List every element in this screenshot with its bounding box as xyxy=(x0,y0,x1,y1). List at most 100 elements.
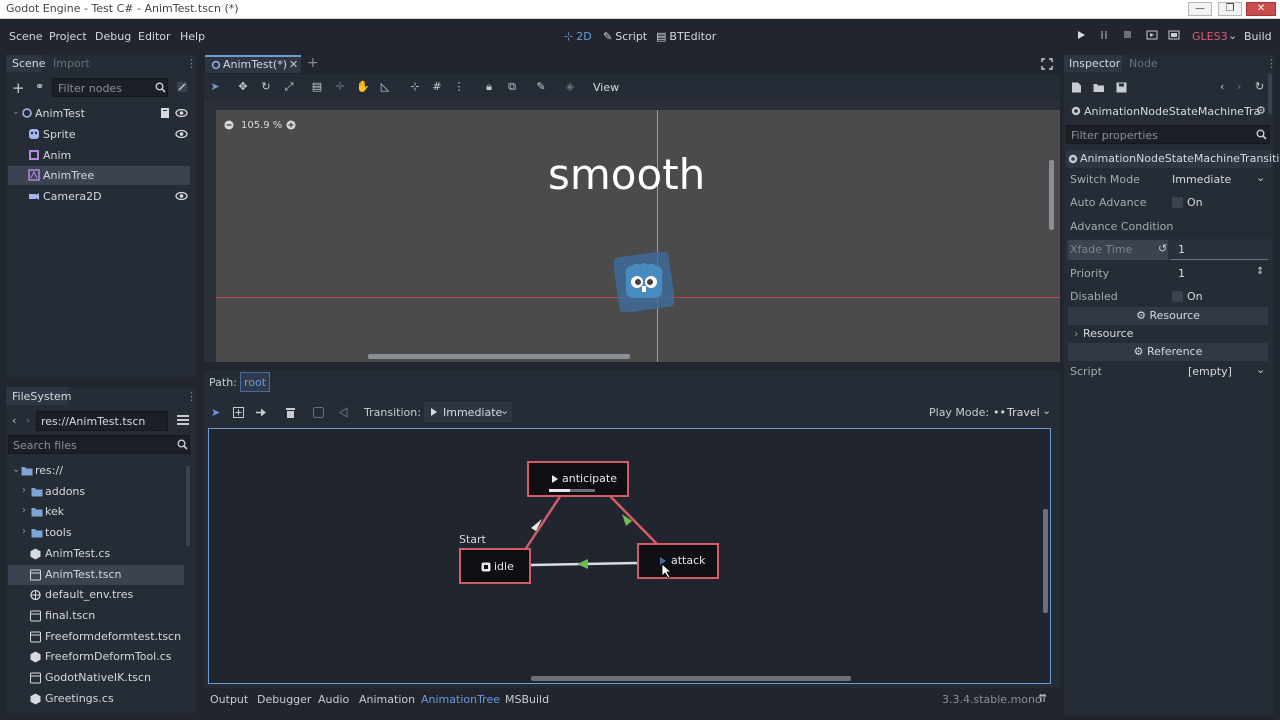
viewport-v-scrollbar[interactable] xyxy=(1049,160,1054,230)
workspace-2d-button[interactable]: ⊹ 2D xyxy=(564,30,592,43)
inspector-scrollbar[interactable] xyxy=(1268,74,1272,114)
filesystem-item[interactable]: AnimTest.tscn xyxy=(8,565,184,585)
filesystem-item[interactable]: final.tscn xyxy=(8,606,184,626)
godot-logo-sprite[interactable] xyxy=(614,252,674,312)
tab-node[interactable]: Node xyxy=(1129,57,1158,70)
history-icon[interactable]: ↻ xyxy=(1255,80,1264,93)
scene-tree-item-camera2d[interactable]: Camera2D xyxy=(8,187,190,206)
script-dropdown[interactable]: [empty] ⌄ xyxy=(1170,362,1268,382)
scene-tree-item-animtest[interactable]: ⌄ AnimTest xyxy=(8,104,190,123)
filesystem-item[interactable]: › addons xyxy=(8,482,184,502)
pin-panel-icon[interactable]: ⇈ xyxy=(1038,692,1047,705)
path-root-button[interactable]: root xyxy=(240,372,270,392)
viewport-h-scrollbar[interactable] xyxy=(368,354,630,359)
close-window-button[interactable]: ✕ xyxy=(1246,2,1276,16)
workspace-bteditor-button[interactable]: ▤ BTEditor xyxy=(656,30,716,43)
tab-animtest[interactable]: AnimTest(*) ✕ xyxy=(205,55,301,73)
filter-properties-input[interactable]: Filter properties xyxy=(1066,125,1270,144)
transition-type-dropdown[interactable]: Immediate ⌄ xyxy=(424,402,512,422)
add-node-icon[interactable]: + xyxy=(12,79,25,97)
filesystem-item[interactable]: FreeformDeformTool.cs xyxy=(8,647,184,667)
filesystem-item[interactable]: GodotNativeIK.tscn xyxy=(8,668,184,688)
new-resource-icon[interactable] xyxy=(1071,82,1082,93)
filesystem-item[interactable]: default_env.tres xyxy=(8,585,184,605)
smart-snap-icon[interactable]: ⊹ xyxy=(408,80,422,94)
filter-nodes-input[interactable]: Filter nodes xyxy=(52,78,168,97)
filesystem-path-field[interactable]: res://AnimTest.tscn xyxy=(36,411,168,431)
view-menu[interactable]: View xyxy=(593,81,619,94)
tab-import[interactable]: Import xyxy=(53,57,90,70)
connect-nodes-icon[interactable] xyxy=(255,407,267,418)
visibility-eye-icon[interactable] xyxy=(175,128,188,140)
play-state-icon[interactable] xyxy=(551,474,559,484)
scale-tool-icon[interactable]: ⤢ xyxy=(282,80,296,94)
zoom-in-icon[interactable] xyxy=(286,120,296,130)
play-scene-icon[interactable] xyxy=(1146,30,1158,40)
menu-project[interactable]: Project xyxy=(49,30,87,43)
filesystem-item[interactable]: Freeformdeformtest.tscn xyxy=(8,627,184,647)
state-node-attack[interactable]: attack xyxy=(637,543,719,579)
pause-icon[interactable] xyxy=(1100,30,1109,40)
visibility-eye-icon[interactable] xyxy=(175,107,188,119)
history-back-icon[interactable]: ‹ xyxy=(1220,80,1224,93)
play-icon[interactable] xyxy=(1077,30,1086,40)
maximize-button[interactable]: ❐ xyxy=(1218,2,1242,16)
script-attached-icon[interactable] xyxy=(159,107,171,119)
menu-scene[interactable]: Scene xyxy=(9,30,43,43)
state-machine-graph[interactable]: Start anticipate idle attack xyxy=(208,428,1051,684)
minimize-button[interactable]: — xyxy=(1188,2,1212,16)
skeleton-bone-icon[interactable]: ✎ xyxy=(534,80,548,94)
list-select-icon[interactable]: ▤ xyxy=(310,80,324,94)
dock-menu-icon[interactable]: ⋮ xyxy=(1266,57,1277,70)
filesystem-item[interactable]: Greetings.cs xyxy=(8,689,184,709)
zoom-out-icon[interactable] xyxy=(224,120,234,130)
renderer-selector[interactable]: GLES3 xyxy=(1192,30,1228,43)
build-button[interactable]: Build xyxy=(1244,30,1272,43)
scene-tree-item-anim[interactable]: Anim xyxy=(8,146,190,165)
save-icon[interactable] xyxy=(1116,82,1127,93)
move-tool-icon[interactable]: ✥ xyxy=(236,80,250,94)
history-forward-icon[interactable]: › xyxy=(1237,80,1241,93)
script-filter-icon[interactable] xyxy=(176,81,188,93)
bottom-tab-animation[interactable]: Animation xyxy=(359,693,415,706)
rotate-tool-icon[interactable]: ↻ xyxy=(259,80,273,94)
filesystem-item[interactable]: AnimTest.cs xyxy=(8,544,184,564)
bottom-tab-msbuild[interactable]: MSBuild xyxy=(505,693,549,706)
split-view-icon[interactable] xyxy=(177,415,189,426)
filesystem-item[interactable]: ⌄ res:// xyxy=(8,461,184,481)
forward-arrow-icon[interactable]: › xyxy=(26,414,30,427)
filesystem-item[interactable]: › kek xyxy=(8,502,184,522)
auto-advance-checkbox[interactable] xyxy=(1172,197,1183,208)
state-node-anticipate[interactable]: anticipate xyxy=(527,461,629,497)
snap-options-icon[interactable]: ⋮ xyxy=(452,80,466,94)
set-end-node-icon[interactable] xyxy=(337,407,348,418)
visibility-eye-icon[interactable] xyxy=(175,190,188,202)
lock-icon[interactable]: 🔒︎ xyxy=(482,80,496,94)
menu-debug[interactable]: Debug xyxy=(95,30,131,43)
disabled-checkbox[interactable] xyxy=(1172,291,1183,302)
link-icon[interactable]: ⚭ xyxy=(35,80,44,93)
distraction-free-icon[interactable] xyxy=(1041,58,1053,70)
graph-h-scrollbar[interactable] xyxy=(531,676,851,681)
resource-section-header[interactable]: ⚙ Resource xyxy=(1068,307,1268,325)
open-folder-icon[interactable] xyxy=(1093,82,1105,93)
viewport-2d[interactable]: 105.9 % smooth xyxy=(204,100,1060,362)
back-arrow-icon[interactable]: ‹ xyxy=(12,414,16,427)
add-tab-icon[interactable]: + xyxy=(307,55,319,71)
spinner-arrows-icon[interactable]: ⇕ xyxy=(1256,266,1264,277)
bottom-tab-output[interactable]: Output xyxy=(210,693,248,706)
camera-override-icon[interactable]: ◈ xyxy=(563,80,577,94)
group-icon[interactable]: ⧉ xyxy=(505,80,519,94)
dock-menu-icon[interactable]: ⋮ xyxy=(186,57,197,70)
dock-menu-icon[interactable]: ⋮ xyxy=(186,390,197,403)
close-tab-icon[interactable]: ✕ xyxy=(289,58,298,71)
revert-icon[interactable]: ↺ xyxy=(1158,242,1167,255)
set-start-node-icon[interactable] xyxy=(313,407,324,418)
scene-tree-item-sprite[interactable]: Sprite xyxy=(8,125,190,144)
search-files-input[interactable]: Search files xyxy=(8,435,190,454)
workspace-script-button[interactable]: ✎ Script xyxy=(603,30,647,43)
resource-subsection[interactable]: › Resource xyxy=(1066,325,1272,343)
create-node-icon[interactable] xyxy=(233,407,244,418)
object-menu-icon[interactable]: ⚙ xyxy=(1256,104,1266,117)
switch-mode-dropdown[interactable]: Immediate ⌄ xyxy=(1168,170,1268,189)
